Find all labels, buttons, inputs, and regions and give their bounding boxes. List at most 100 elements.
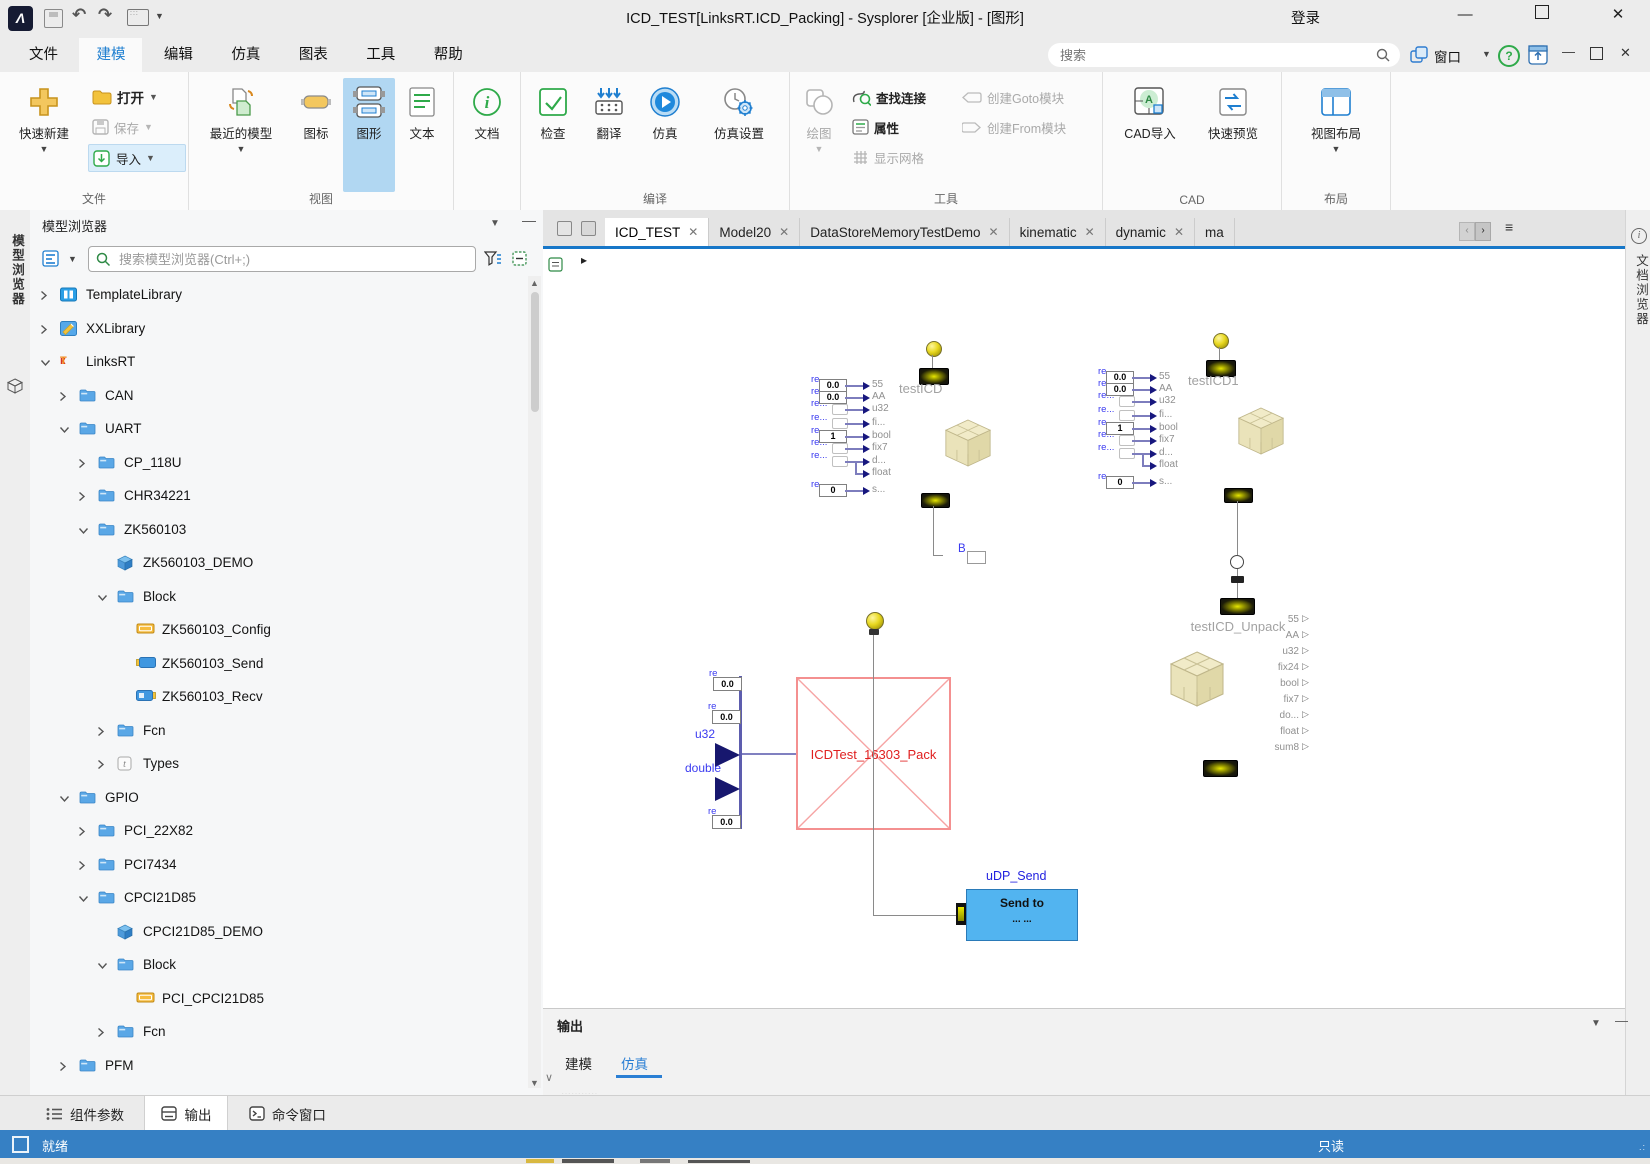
package-cube[interactable] [1238,407,1284,460]
constant-box[interactable]: 0 [819,484,847,497]
input-port-arrow[interactable] [863,394,870,402]
bus-block[interactable] [1203,760,1238,777]
lamp-node[interactable] [926,341,942,357]
help-icon[interactable]: ? [1498,45,1520,67]
bus-block[interactable] [1220,598,1255,615]
login-button[interactable]: 登录 [1291,0,1320,38]
diagram-view-button[interactable]: 图形 [343,78,395,192]
properties-button[interactable]: 属性 [852,114,899,140]
panel-chevron-icon[interactable]: ∨ [545,1071,553,1084]
tree-collapse-icon[interactable] [78,890,90,908]
bus-block[interactable] [921,493,950,508]
tree-item-ZK560103[interactable]: ZK560103 [30,514,530,547]
input-port-arrow[interactable] [1150,479,1157,487]
tree-item-Block[interactable]: Block [30,949,530,982]
tree-item-TemplateLibrary[interactable]: TemplateLibrary [30,279,530,312]
tree-expand-icon[interactable] [97,756,109,775]
close-button[interactable]: ✕ [1596,0,1640,30]
input-port-arrow[interactable] [1150,425,1157,433]
tree-collapse-icon[interactable] [97,957,109,975]
output-tab-simulation[interactable]: 仿真 [621,1053,648,1073]
icon-view-button[interactable]: 图标 [291,78,341,192]
tree-item-ZK560103_Config[interactable]: ZK560103_Config [30,614,530,647]
input-port-arrow[interactable] [863,445,870,453]
scroll-down-icon[interactable]: ▼ [528,1078,541,1088]
tree-item-LinksRT[interactable]: кTLinksRT [30,346,530,379]
text-view-button[interactable]: 文本 [397,78,447,192]
doc-close-icon[interactable]: ✕ [1620,45,1631,61]
input-port-arrow[interactable] [1150,450,1157,458]
output-port-arrow[interactable]: ▷ [1302,693,1309,704]
input-port-arrow[interactable] [863,433,870,441]
udp-send-block[interactable]: Send to ... ... [966,889,1078,941]
quick-preview-button[interactable]: 快速预览 [1195,78,1271,192]
tab-component-params[interactable]: 组件参数 [30,1097,140,1132]
document-button[interactable]: i 文档 [462,78,512,192]
restore-up-icon[interactable] [1528,45,1548,65]
tree-item-CHR34221[interactable]: CHR34221 [30,480,530,513]
tree-expand-icon[interactable] [78,455,90,474]
scroll-thumb[interactable] [531,292,539,412]
translate-button[interactable]: 翻译 [583,78,635,192]
show-grid-button[interactable]: 显示网格 [852,144,924,170]
import-button[interactable]: 导入▼ [88,144,186,172]
redo-icon[interactable]: ↷ [98,5,112,25]
input-port-arrow[interactable] [1150,412,1157,420]
tree-item-Types[interactable]: tTypes [30,748,530,781]
tree-item-PFM[interactable]: PFM [30,1050,530,1083]
input-port-arrow[interactable] [863,458,870,466]
breadcrumb-arrow-icon[interactable]: ▸ [581,253,587,267]
output-dropdown-icon[interactable]: ▼ [1591,1018,1601,1029]
lamp-node[interactable] [1213,333,1229,349]
tree-item-PCI_CPCI21D85[interactable]: PCI_CPCI21D85 [30,983,530,1016]
quick-access-grid-icon[interactable]: ::: [127,9,149,26]
doc-tab-ICD_TEST[interactable]: ICD_TEST✕ [605,218,709,246]
save-quick-icon[interactable] [44,9,63,28]
tree-collapse-icon[interactable] [78,522,90,540]
minimize-button[interactable]: — [1443,0,1487,30]
tree-item-CAN[interactable]: CAN [30,380,530,413]
quick-new-button[interactable]: 快速新建 ▼ [8,78,80,192]
doc-tab-ma[interactable]: ma [1195,218,1235,246]
menu-simulation[interactable]: 仿真 [214,38,277,72]
package-cube[interactable] [945,419,991,472]
input-port-arrow[interactable] [1150,398,1157,406]
check-button[interactable]: 检查 [527,78,579,192]
bus-block[interactable] [1224,488,1253,503]
output-port-arrow[interactable]: ▷ [1302,645,1309,656]
find-connection-button[interactable]: 查找连接 [852,84,926,110]
view-layout-button[interactable]: 视图布局 ▼ [1300,78,1372,192]
tree-collapse-icon[interactable] [40,354,52,372]
document-browser-strip-tab[interactable]: 文档浏览器 [1632,254,1650,327]
doc-restore-icon[interactable] [1590,47,1603,60]
tab-close-icon[interactable]: ✕ [688,225,698,239]
goto-tag-label[interactable]: B [958,543,966,555]
tab-close-icon[interactable]: ✕ [779,225,789,239]
tree-expand-icon[interactable] [78,488,90,507]
tree-expand-icon[interactable] [59,1058,71,1077]
tree-item-ZK560103_DEMO[interactable]: ZK560103_DEMO [30,547,530,580]
output-port-arrow[interactable]: ▷ [1302,709,1309,720]
tab-scroll-left-icon[interactable]: ‹ [1459,222,1475,241]
output-tab-modeling[interactable]: 建模 [565,1053,592,1073]
draw-button[interactable]: 绘图 ▼ [794,78,844,192]
menu-file[interactable]: 文件 [12,38,75,72]
tab-output[interactable]: 输出 [144,1096,228,1131]
output-port-arrow[interactable]: ▷ [1302,677,1309,688]
tab-scroll-right-icon[interactable]: › [1475,222,1491,241]
breadcrumb-panel-icon[interactable] [548,257,563,272]
tab-list-icon[interactable]: ≡ [1505,219,1513,235]
recent-models-button[interactable]: 最近的模型 ▼ [195,78,287,192]
maximize-button[interactable] [1520,0,1564,30]
global-search-input[interactable] [1048,43,1400,67]
doc-tab-Model20[interactable]: Model20✕ [709,218,800,246]
input-port-arrow[interactable] [1150,374,1157,382]
input-port-arrow[interactable] [863,406,870,414]
save-button[interactable]: 保存▼ [92,114,184,140]
connector-ring[interactable] [1230,555,1244,569]
tree-expand-icon[interactable] [97,1024,109,1043]
output-port-arrow[interactable]: ▷ [1302,725,1309,736]
constant-box[interactable]: 0 [1106,476,1134,489]
tree-item-CPCI21D85_DEMO[interactable]: CPCI21D85_DEMO [30,916,530,949]
doc-browser-icon[interactable]: i [1631,228,1647,244]
